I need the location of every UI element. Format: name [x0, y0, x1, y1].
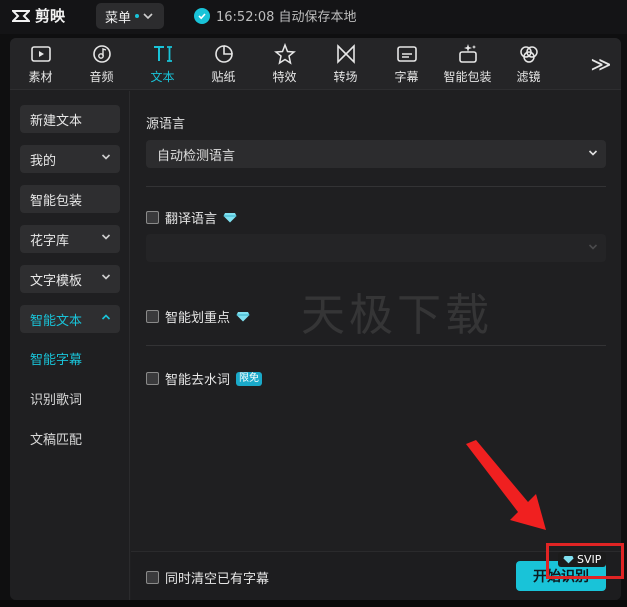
highlight-checkbox[interactable] — [146, 310, 159, 323]
update-dot — [135, 14, 140, 18]
sidebar-subitem-smart-subtitle[interactable]: 智能字幕 — [30, 349, 82, 368]
tab-label: 智能包装 — [443, 70, 492, 84]
sidebar-item-smart-pack[interactable]: 智能包装 — [20, 185, 120, 213]
vip-diamond-icon — [563, 555, 574, 564]
tab-subtitle[interactable]: 字幕 — [376, 38, 437, 90]
translate-label: 翻译语言 — [165, 212, 218, 227]
text-icon — [152, 43, 174, 65]
sidebar-subitem-script-match[interactable]: 文稿匹配 — [30, 429, 82, 448]
svip-highlight-box: SVIP — [546, 543, 624, 579]
tab-filter[interactable]: 滤镜 — [498, 38, 559, 90]
tab-label: 转场 — [333, 70, 358, 84]
sidebar-item-new-text[interactable]: 新建文本 — [20, 105, 120, 133]
sidebar-item-fancy-text[interactable]: 花字库 — [20, 225, 120, 253]
media-icon — [30, 43, 52, 65]
subtitle-icon — [396, 43, 418, 65]
tab-smart-pack[interactable]: 智能包装 — [437, 38, 498, 90]
tab-label: 贴纸 — [211, 70, 236, 84]
tab-label: 特效 — [272, 70, 297, 84]
text-sidebar: 新建文本 我的 智能包装 花字库 文字模板 智能文本 智能字幕 识别歌词 文稿匹… — [10, 91, 130, 600]
free-badge: 限免 — [236, 371, 263, 386]
divider — [146, 186, 606, 187]
music-note-icon — [91, 43, 113, 65]
highlight-label: 智能划重点 — [165, 311, 231, 326]
chevron-down-icon — [588, 244, 598, 250]
translate-option: 翻译语言 — [146, 208, 237, 227]
vip-diamond-icon — [236, 312, 250, 322]
more-tabs-button[interactable]: ≫ — [581, 38, 621, 90]
double-chevron-right-icon: ≫ — [590, 52, 612, 76]
sidebar-item-label: 文字模板 — [30, 273, 83, 289]
autosave-status: 16:52:08 自动保存本地 — [194, 6, 357, 25]
divider — [146, 345, 606, 346]
sidebar-item-label: 花字库 — [30, 233, 70, 249]
watermark-text: 天极下载 — [301, 290, 493, 341]
chevron-down-icon — [101, 274, 111, 280]
sticker-icon — [213, 43, 235, 65]
filter-icon — [518, 43, 540, 65]
title-bar: 剪映 菜单 16:52:08 自动保存本地 — [0, 0, 627, 34]
annotation-arrow-icon — [466, 440, 546, 530]
tab-label: 字幕 — [394, 70, 419, 84]
vip-diamond-icon — [223, 213, 237, 223]
sidebar-subitem-recognize-lyrics[interactable]: 识别歌词 — [30, 389, 82, 408]
sidebar-item-mine[interactable]: 我的 — [20, 145, 120, 173]
smart-pack-icon — [457, 43, 479, 65]
translate-checkbox[interactable] — [146, 211, 159, 224]
source-language-value: 自动检测语言 — [157, 148, 236, 164]
app-name: 剪映 — [35, 7, 66, 25]
autosave-text: 16:52:08 自动保存本地 — [216, 10, 357, 25]
chevron-down-icon — [101, 154, 111, 160]
tab-audio[interactable]: 音频 — [71, 38, 132, 90]
source-language-label: 源语言 — [146, 117, 186, 132]
clear-subtitles-label: 同时清空已有字幕 — [165, 572, 270, 587]
menu-label: 菜单 — [105, 10, 132, 26]
svip-badge[interactable]: SVIP — [558, 552, 607, 567]
tab-transition[interactable]: 转场 — [315, 38, 376, 90]
clear-subtitles-option: 同时清空已有字幕 — [146, 568, 269, 587]
sidebar-item-text-template[interactable]: 文字模板 — [20, 265, 120, 293]
clear-subtitles-checkbox[interactable] — [146, 571, 159, 584]
sidebar-item-smart-text[interactable]: 智能文本 — [20, 305, 120, 333]
tab-label: 文本 — [150, 70, 175, 84]
category-toolbar: 素材 音频 文本 贴纸 特效 转场 字幕 智能包装 滤镜 ≫ — [10, 38, 621, 90]
effects-star-icon — [273, 43, 296, 65]
tab-text[interactable]: 文本 — [132, 38, 193, 90]
target-language-select[interactable] — [146, 234, 606, 262]
tab-label: 素材 — [28, 70, 53, 84]
check-circle-icon — [194, 7, 210, 24]
remove-filler-option: 智能去水词 限免 — [146, 369, 263, 388]
chevron-down-icon — [143, 13, 153, 20]
sidebar-item-label: 我的 — [30, 153, 57, 169]
app-logo: 剪映 — [12, 5, 65, 26]
tab-label: 滤镜 — [516, 70, 541, 84]
bottom-edge — [0, 600, 627, 607]
menu-button[interactable]: 菜单 — [96, 3, 164, 29]
capcut-logo-icon — [12, 9, 30, 22]
sidebar-item-label: 智能文本 — [30, 313, 83, 329]
tab-media[interactable]: 素材 — [10, 38, 71, 90]
tab-effects[interactable]: 特效 — [254, 38, 315, 90]
sidebar-item-label: 新建文本 — [30, 113, 83, 129]
chevron-down-icon — [101, 234, 111, 240]
remove-filler-checkbox[interactable] — [146, 372, 159, 385]
svip-label: SVIP — [577, 553, 602, 566]
chevron-down-icon — [588, 150, 598, 156]
remove-filler-label: 智能去水词 — [165, 373, 231, 388]
chevron-up-icon — [101, 314, 111, 320]
transition-icon — [335, 43, 357, 65]
source-language-select[interactable]: 自动检测语言 — [146, 140, 606, 168]
highlight-option: 智能划重点 — [146, 307, 250, 326]
sidebar-item-label: 智能包装 — [30, 193, 83, 209]
tab-sticker[interactable]: 贴纸 — [193, 38, 254, 90]
tab-label: 音频 — [89, 70, 114, 84]
